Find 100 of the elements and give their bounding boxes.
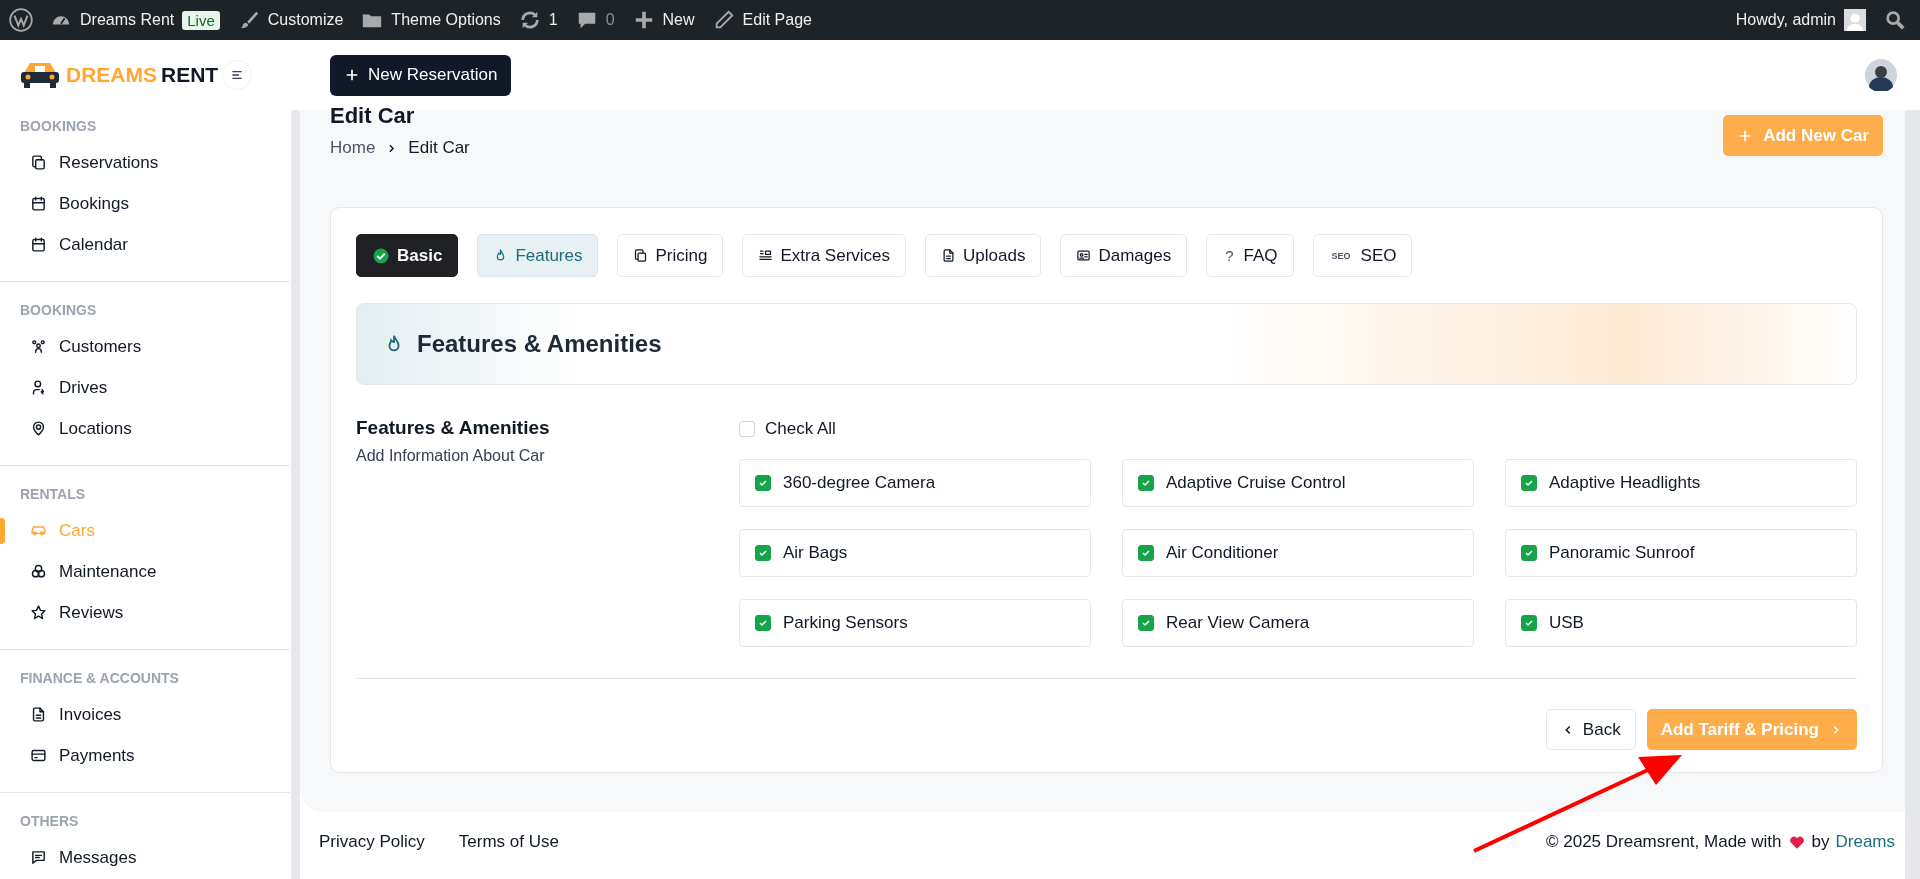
breadcrumb-link[interactable]: Home [330, 138, 376, 158]
sidebar-item[interactable]: Maintenance [0, 551, 290, 592]
feature-checkbox[interactable]: Air Bags [739, 529, 1091, 577]
scrollbar[interactable] [1905, 110, 1920, 879]
calendar-icon [30, 236, 47, 253]
refresh-icon [518, 9, 541, 31]
tab[interactable]: Extra Services [742, 234, 907, 277]
sidebar-item[interactable]: Invoices [0, 694, 290, 735]
admin-bar-link[interactable]: 1 [548, 11, 558, 29]
feature-checkbox[interactable]: Parking Sensors [739, 599, 1091, 647]
check-icon [1523, 477, 1535, 489]
tab[interactable]: Features [477, 234, 599, 277]
plus-icon [344, 67, 360, 83]
field-description: Add Information About Car [356, 447, 546, 465]
document-icon [941, 248, 957, 263]
circles-icon [30, 563, 47, 580]
sidebar-item[interactable]: Messages [0, 837, 290, 878]
admin-bar-link[interactable]: Theme Options [391, 11, 501, 29]
tab[interactable]: Damages [1060, 234, 1188, 277]
new-reservation-button[interactable]: New Reservation [330, 54, 512, 96]
admin-bar-link[interactable]: 0 [605, 11, 615, 29]
checkbox[interactable] [755, 475, 771, 491]
search-icon[interactable] [1884, 9, 1906, 31]
checkbox[interactable] [755, 545, 771, 561]
footer-link[interactable]: Privacy Policy [319, 832, 425, 852]
back-button[interactable]: Back [1545, 709, 1636, 750]
admin-bar-link[interactable]: New [662, 11, 695, 29]
feature-checkbox[interactable]: 360-degree Camera [739, 459, 1091, 507]
copy-icon [30, 154, 47, 171]
section-heading: BOOKINGS [19, 117, 98, 136]
feature-checkbox[interactable]: Panoramic Sunroof [1505, 529, 1857, 577]
check-icon [757, 617, 769, 629]
sidebar-item[interactable]: Customers [0, 326, 290, 367]
admin-bar-link[interactable]: Dreams Rent [80, 11, 175, 29]
checkbox[interactable] [1138, 615, 1154, 631]
list-icon [758, 248, 774, 263]
sidebar-item[interactable]: Calendar [0, 224, 290, 265]
menu-toggle-button[interactable] [222, 60, 252, 90]
sidebar-item[interactable]: Locations [0, 408, 290, 449]
tab[interactable]: SEO SEO [1312, 234, 1413, 277]
copyright-text: by [1811, 832, 1830, 852]
document-icon [30, 706, 47, 723]
check-icon [1140, 477, 1152, 489]
scrollbar[interactable] [291, 110, 300, 879]
check-icon [757, 477, 769, 489]
feature-checkbox[interactable]: Air Conditioner [1122, 529, 1474, 577]
card-icon [30, 747, 47, 764]
field-label: Features & Amenities [356, 417, 551, 439]
copyright-text: © 2025 Dreamsrent, Made with [1546, 832, 1782, 852]
feature-checkbox[interactable]: Rear View Camera [1122, 599, 1474, 647]
checkbox[interactable] [1138, 475, 1154, 491]
message-icon [30, 849, 47, 866]
checkbox[interactable] [1521, 475, 1537, 491]
wordpress-logo-icon[interactable] [8, 7, 34, 33]
breadcrumb-current: Edit Car [408, 138, 470, 158]
footer-link[interactable]: Terms of Use [458, 832, 559, 852]
copy-icon [633, 248, 649, 263]
check-icon [1523, 617, 1535, 629]
tab[interactable]: Uploads [925, 234, 1042, 277]
location-pin-icon [30, 420, 47, 437]
star-icon [30, 604, 47, 621]
check-icon [757, 547, 769, 559]
checkbox[interactable] [1521, 545, 1537, 561]
section-heading: FINANCE & ACCOUNTS [19, 669, 180, 688]
sidebar-item[interactable]: Reviews [0, 592, 290, 633]
check-icon [1523, 547, 1535, 559]
active-indicator [0, 518, 5, 544]
section-heading: BOOKINGS [19, 301, 98, 320]
checkbox[interactable] [755, 615, 771, 631]
calendar-icon [30, 195, 47, 212]
checkbox[interactable] [1521, 615, 1537, 631]
logo-text: RENT [161, 63, 219, 87]
logo-text: DREAMS [66, 63, 157, 87]
sidebar-item[interactable]: Reservations [0, 142, 290, 183]
check-circle-icon [372, 246, 390, 265]
sidebar-item[interactable]: Payments [0, 735, 290, 776]
feature-checkbox[interactable]: Adaptive Headlights [1505, 459, 1857, 507]
tab[interactable]: Basic [356, 234, 459, 277]
tab[interactable]: Pricing [617, 234, 724, 277]
author-link[interactable]: Dreams [1835, 832, 1895, 852]
check-icon [1140, 617, 1152, 629]
admin-bar-link[interactable]: Customize [267, 11, 344, 29]
sidebar-item[interactable]: Bookings [0, 183, 290, 224]
section-heading: RENTALS [19, 485, 87, 504]
user-icon [30, 379, 47, 396]
check-icon [1140, 547, 1152, 559]
people-icon [30, 338, 47, 355]
section-heading: OTHERS [19, 812, 80, 831]
checkbox[interactable] [1138, 545, 1154, 561]
sidebar-item[interactable]: Drives [0, 367, 290, 408]
check-all-checkbox[interactable]: Check All [739, 417, 1857, 441]
tab[interactable]: ? FAQ [1206, 234, 1294, 277]
status-badge: Live [182, 10, 220, 30]
greeting-link[interactable]: Howdy, admin [1735, 11, 1836, 29]
car-logo-icon [20, 60, 60, 90]
feature-checkbox[interactable]: USB [1505, 599, 1857, 647]
admin-bar-link[interactable]: Edit Page [742, 11, 812, 29]
feature-checkbox[interactable]: Adaptive Cruise Control [1122, 459, 1474, 507]
avatar-icon[interactable] [1865, 59, 1897, 91]
id-card-icon [1076, 248, 1092, 263]
